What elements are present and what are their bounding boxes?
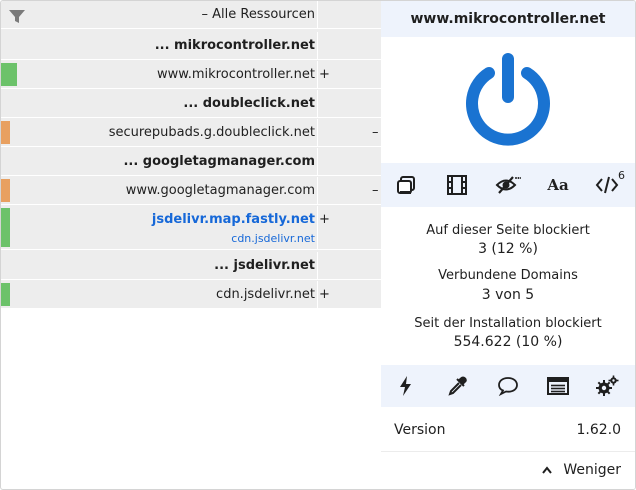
- main-panel: www.mikrocontroller.net Aa 6 Auf dieser …: [381, 1, 635, 489]
- power-switch-icon[interactable]: [461, 53, 555, 147]
- firewall-row[interactable]: ... mikrocontroller.net: [1, 32, 381, 60]
- firewall-row[interactable]: www.mikrocontroller.net +: [1, 61, 381, 89]
- blocked-indicator: [1, 179, 10, 202]
- zapper-button[interactable]: [389, 370, 423, 402]
- rule-allow-button[interactable]: +: [319, 206, 330, 234]
- tools-toolbar: Aa 6: [381, 163, 635, 207]
- column-separator: [317, 119, 318, 146]
- column-separator: [317, 148, 318, 175]
- connected-domains-value: 3 von 5: [481, 287, 535, 303]
- logger-button[interactable]: [541, 370, 575, 402]
- blocked-indicator: [1, 121, 10, 144]
- domain-name: ... googletagmanager.com: [123, 154, 315, 169]
- column-separator: [317, 177, 318, 204]
- speech-bubble-icon: [498, 377, 518, 396]
- ublock-popup: – Alle Ressourcen ... mikrocontroller.ne…: [0, 0, 636, 490]
- firewall-row[interactable]: ... googletagmanager.com: [1, 148, 381, 176]
- gears-icon: [596, 375, 619, 396]
- firewall-row[interactable]: jsdelivr.map.fastly.net cdn.jsdelivr.net…: [1, 206, 381, 250]
- domain-name: ... jsdelivr.net: [214, 258, 315, 273]
- actions-toolbar: [381, 365, 635, 407]
- firewall-row[interactable]: ... jsdelivr.net: [1, 252, 381, 280]
- connected-domains-label: Verbundene Domains: [438, 268, 578, 283]
- column-separator: [317, 281, 318, 308]
- domain-name: www.googletagmanager.com: [125, 183, 315, 198]
- version-label: Version: [394, 422, 446, 438]
- blocked-on-page-label: Auf dieser Seite blockiert: [426, 223, 590, 238]
- allowed-indicator: [1, 63, 17, 86]
- chevron-up-icon: [542, 466, 552, 474]
- eye-slash-icon: [495, 176, 521, 194]
- column-separator: [317, 61, 318, 88]
- list-window-icon: [547, 377, 569, 395]
- report-issue-button[interactable]: [491, 370, 525, 402]
- domain-name: www.mikrocontroller.net: [157, 67, 315, 82]
- media-blocker-toggle[interactable]: [440, 169, 474, 201]
- script-count-badge: 6: [618, 169, 625, 182]
- domain-name: ... mikrocontroller.net: [154, 38, 315, 53]
- dashboard-button[interactable]: [590, 370, 624, 402]
- show-less-label: Weniger: [563, 462, 621, 478]
- firewall-row[interactable]: cdn.jsdelivr.net +: [1, 281, 381, 309]
- filter-icon[interactable]: [9, 10, 25, 24]
- column-separator: [317, 90, 318, 117]
- stats-section: Auf dieser Seite blockiert 3 (12 %) Verb…: [381, 207, 635, 363]
- blocked-on-page-value: 3 (12 %): [478, 241, 538, 257]
- rule-allow-button[interactable]: +: [319, 61, 330, 89]
- all-resources-label: – Alle Ressourcen: [201, 7, 315, 22]
- power-area: [381, 37, 635, 163]
- allowed-indicator: [1, 283, 10, 306]
- rule-block-button[interactable]: –: [372, 119, 379, 147]
- domain-name: jsdelivr.map.fastly.net: [151, 212, 315, 227]
- font-icon: Aa: [547, 176, 569, 194]
- domain-name: cdn.jsdelivr.net: [216, 287, 315, 302]
- rule-block-button[interactable]: –: [372, 177, 379, 205]
- column-separator: [317, 206, 318, 249]
- rule-allow-button[interactable]: +: [319, 281, 330, 309]
- code-icon: [595, 176, 619, 194]
- show-less-button[interactable]: Weniger: [381, 451, 635, 489]
- cname-subdomain: cdn.jsdelivr.net: [231, 232, 315, 245]
- firewall-row[interactable]: www.googletagmanager.com –: [1, 177, 381, 205]
- bolt-icon: [400, 376, 411, 396]
- popup-blocker-toggle[interactable]: [389, 169, 423, 201]
- firewall-pane: – Alle Ressourcen ... mikrocontroller.ne…: [1, 1, 381, 309]
- firewall-row[interactable]: securepubads.g.doubleclick.net –: [1, 119, 381, 147]
- column-separator: [317, 1, 318, 28]
- allowed-indicator: [1, 208, 10, 247]
- domain-name: ... doubleclick.net: [183, 96, 315, 111]
- blocked-since-install-label: Seit der Installation blockiert: [414, 316, 602, 331]
- firewall-row-all[interactable]: – Alle Ressourcen: [1, 1, 381, 29]
- version-value: 1.62.0: [576, 422, 621, 438]
- remote-fonts-toggle[interactable]: Aa: [541, 169, 575, 201]
- cosmetic-filter-toggle[interactable]: [491, 169, 525, 201]
- eyedropper-icon: [448, 376, 467, 396]
- firewall-row[interactable]: ... doubleclick.net: [1, 90, 381, 118]
- page-hostname: www.mikrocontroller.net: [381, 1, 635, 37]
- column-separator: [317, 252, 318, 279]
- film-icon: [447, 175, 467, 195]
- element-picker-button[interactable]: [440, 370, 474, 402]
- blocked-since-install-value: 554.622 (10 %): [453, 334, 563, 350]
- popup-windows-icon: [397, 176, 415, 194]
- javascript-toggle[interactable]: 6: [590, 169, 625, 201]
- domain-name: securepubads.g.doubleclick.net: [108, 125, 315, 140]
- version-row: Version 1.62.0: [381, 409, 635, 451]
- column-separator: [317, 32, 318, 59]
